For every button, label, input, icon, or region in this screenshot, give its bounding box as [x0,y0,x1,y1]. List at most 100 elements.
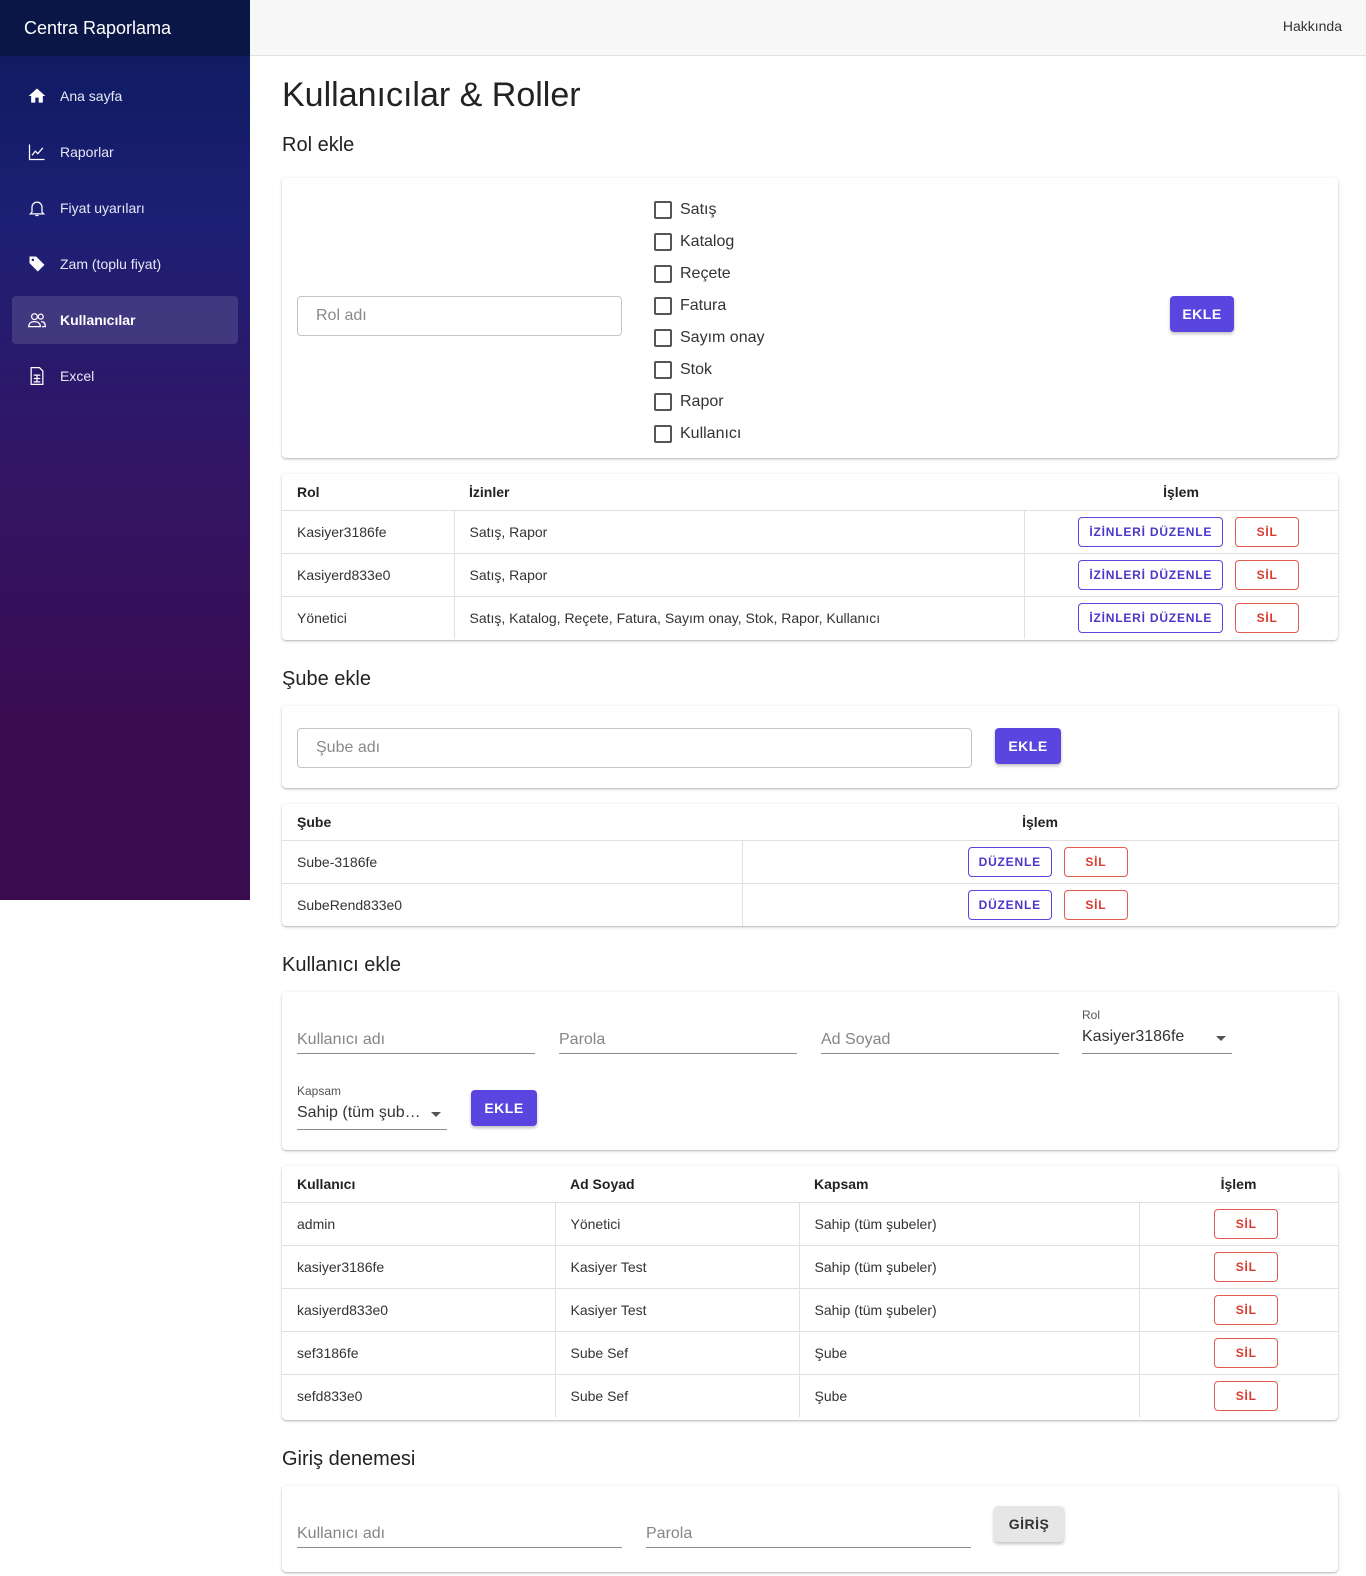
delete-role-button[interactable]: SİL [1235,602,1300,633]
column-header-user: Kullanıcı [282,1166,555,1203]
edit-permissions-button[interactable]: İZİNLERİ DÜZENLE [1078,602,1224,633]
edit-permissions-button[interactable]: İZİNLERİ DÜZENLE [1078,516,1224,547]
about-link[interactable]: Hakkında [1283,18,1342,34]
role-select[interactable]: Kasiyer3186fe [1082,1026,1232,1054]
permission-checkbox-report[interactable]: Rapor [654,386,764,418]
edit-branch-button[interactable]: DÜZENLE [967,846,1052,877]
permission-checkbox-stock[interactable]: Stok [654,354,764,386]
delete-user-button[interactable]: SİL [1214,1208,1279,1239]
branches-table-card: Şube İşlem Sube-3186fe DÜZENLE SİL SubeRe… [282,804,1338,926]
role-name-input[interactable] [297,296,622,336]
role-name-cell: Yönetici [282,596,455,639]
delete-user-button[interactable]: SİL [1214,1337,1279,1368]
permission-label: Fatura [680,297,727,314]
table-row: kasiyer3186fe Kasiyer Test Sahip (tüm şu… [282,1245,1338,1289]
sidebar-item-reports[interactable]: Raporlar [12,128,238,176]
bell-icon [26,197,48,219]
table-row: Sube-3186fe DÜZENLE SİL [282,840,1338,884]
checkbox-icon[interactable] [654,297,672,315]
column-header-permissions: İzinler [454,474,1024,511]
permission-label: Reçete [680,265,731,282]
login-test-card: GİRİŞ [282,1486,1338,1572]
delete-role-button[interactable]: SİL [1235,559,1300,590]
user-fullname-cell: Kasiyer Test [555,1288,800,1332]
chevron-down-icon [1216,1036,1226,1041]
spreadsheet-icon [26,365,48,387]
permission-label: Katalog [680,233,735,250]
permission-checkbox-invoice[interactable]: Fatura [654,290,764,322]
branch-name-input[interactable] [297,728,972,768]
permission-checkbox-sales[interactable]: Satış [654,194,764,226]
delete-user-button[interactable]: SİL [1214,1380,1279,1411]
role-add-title: Rol ekle [282,134,355,156]
role-permissions-cell: Satış, Katalog, Reçete, Fatura, Sayım on… [454,596,1025,639]
login-username-input[interactable] [297,1520,622,1548]
login-password-input[interactable] [646,1520,971,1548]
permission-checkbox-count-approval[interactable]: Sayım onay [654,322,764,354]
user-fullname-cell: Kasiyer Test [555,1245,800,1289]
table-row: Kasiyerd833e0 Satış, Rapor İZİNLERİ DÜZE… [282,553,1338,597]
users-table: Kullanıcı Ad Soyad Kapsam İşlem admin Yö… [282,1166,1338,1417]
checkbox-icon[interactable] [654,201,672,219]
fullname-input[interactable] [821,1026,1059,1054]
sidebar-item-label: Kullanıcılar [60,312,136,328]
scope-select[interactable]: Sahip (tüm şub… [297,1102,447,1130]
topbar: Hakkında [250,0,1366,56]
permission-checkbox-user[interactable]: Kullanıcı [654,418,764,450]
sidebar-item-excel[interactable]: Excel [12,352,238,400]
user-add-title: Kullanıcı ekle [282,954,401,976]
chevron-down-icon [431,1112,441,1117]
permission-label: Satış [680,201,717,218]
permission-checkbox-recipe[interactable]: Reçete [654,258,764,290]
home-icon [26,85,48,107]
delete-branch-button[interactable]: SİL [1063,846,1128,877]
permission-label: Kullanıcı [680,425,742,442]
role-name-cell: Kasiyerd833e0 [282,553,455,597]
checkbox-icon[interactable] [654,265,672,283]
sidebar-item-label: Fiyat uyarıları [60,200,145,216]
login-test-title: Giriş denemesi [282,1448,416,1470]
user-scope-cell: Şube [799,1374,1140,1417]
add-user-button[interactable]: EKLE [471,1090,537,1126]
sidebar-item-bulk-price[interactable]: Zam (toplu fiyat) [12,240,238,288]
sidebar-item-price-alerts[interactable]: Fiyat uyarıları [12,184,238,232]
role-name-cell: Kasiyer3186fe [282,510,455,554]
permission-checkbox-catalog[interactable]: Katalog [654,226,764,258]
permission-label: Rapor [680,393,724,410]
user-name-cell: kasiyerd833e0 [282,1288,556,1332]
checkbox-icon[interactable] [654,361,672,379]
branch-name-cell: SubeRend833e0 [282,883,743,926]
role-add-card: Satış Katalog Reçete Fatura Sayım onay S… [282,178,1338,458]
sidebar-nav: Ana sayfa Raporlar Fiyat uyarıları Zam (… [0,56,250,400]
page-title: Kullanıcılar & Roller [282,76,581,114]
delete-user-button[interactable]: SİL [1214,1294,1279,1325]
branch-add-title: Şube ekle [282,668,371,690]
password-input[interactable] [559,1026,797,1054]
add-role-button[interactable]: EKLE [1170,296,1234,332]
users-table-card: Kullanıcı Ad Soyad Kapsam İşlem admin Yö… [282,1166,1338,1420]
username-input[interactable] [297,1026,535,1054]
login-button[interactable]: GİRİŞ [994,1506,1064,1542]
scope-select-label: Kapsam [297,1084,342,1098]
user-name-cell: kasiyer3186fe [282,1245,556,1289]
table-row: Kasiyer3186fe Satış, Rapor İZİNLERİ DÜZE… [282,510,1338,554]
checkbox-icon[interactable] [654,233,672,251]
delete-role-button[interactable]: SİL [1235,516,1300,547]
edit-branch-button[interactable]: DÜZENLE [967,889,1052,920]
role-permissions-cell: Satış, Rapor [454,553,1025,597]
tag-icon [26,253,48,275]
delete-user-button[interactable]: SİL [1214,1251,1279,1282]
user-scope-cell: Sahip (tüm şubeler) [799,1288,1140,1332]
checkbox-icon[interactable] [654,393,672,411]
sidebar-item-home[interactable]: Ana sayfa [12,72,238,120]
edit-permissions-button[interactable]: İZİNLERİ DÜZENLE [1078,559,1224,590]
checkbox-icon[interactable] [654,329,672,347]
delete-branch-button[interactable]: SİL [1063,889,1128,920]
checkbox-icon[interactable] [654,425,672,443]
chart-icon [26,141,48,163]
user-scope-cell: Sahip (tüm şubeler) [799,1245,1140,1289]
roles-table-card: Rol İzinler İşlem Kasiyer3186fe Satış, R… [282,474,1338,640]
add-branch-button[interactable]: EKLE [995,728,1061,764]
table-row: SubeRend833e0 DÜZENLE SİL [282,883,1338,926]
sidebar-item-users[interactable]: Kullanıcılar [12,296,238,344]
